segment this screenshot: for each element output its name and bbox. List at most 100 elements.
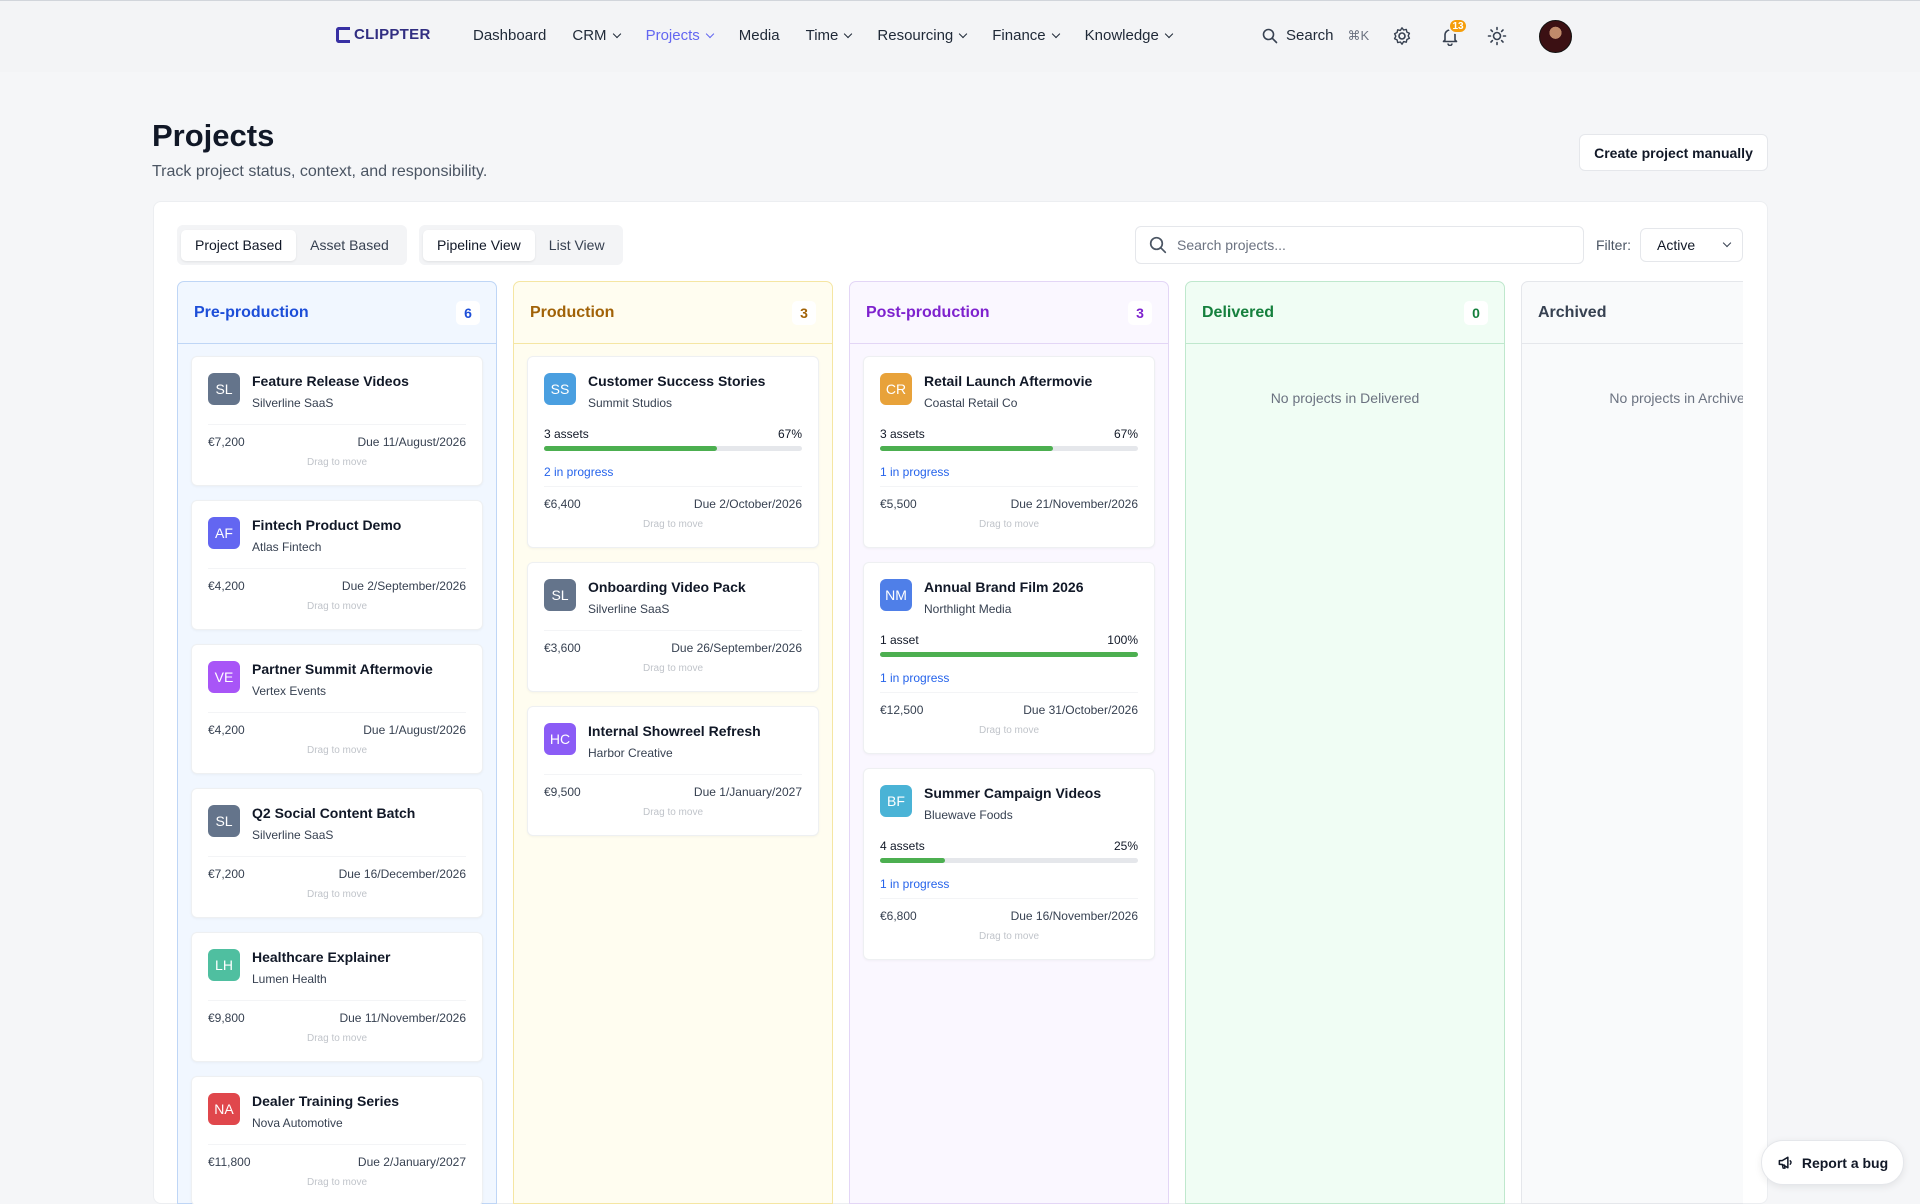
in-progress-status[interactable]: 1 in progress	[880, 671, 949, 685]
progress-percent: 67%	[1113, 427, 1138, 441]
drag-hint: Drag to move	[642, 807, 704, 818]
nav-item-time[interactable]: Time	[805, 27, 853, 44]
tab-project-based[interactable]: Project Based	[181, 229, 297, 261]
top-navigation-bar: CLIPPTER Dashboard CRM Projects Media Time Re…	[0, 0, 1920, 72]
drag-hint: Drag to move	[978, 725, 1040, 736]
column-header: Pre-production 6	[178, 282, 496, 344]
nav-item-dashboard[interactable]: Dashboard	[473, 27, 546, 44]
nav-item-label: Finance	[992, 27, 1046, 44]
progress-percent: 25%	[1113, 839, 1138, 853]
asset-count: 4 assets	[880, 839, 925, 853]
in-progress-status[interactable]: 1 in progress	[880, 877, 949, 891]
project-card[interactable]: NM Annual Brand Film 2026 Northlight Media…	[863, 562, 1155, 754]
budget-due-row: €9,500 Due 1/January/2027	[544, 785, 802, 799]
project-card[interactable]: AF Fintech Product Demo Atlas Fintech €4,20…	[191, 500, 483, 630]
column-empty-message: No projects in Archived	[1609, 390, 1743, 406]
project-due-date: Due 2/October/2026	[693, 497, 802, 511]
drag-hint: Drag to move	[306, 889, 368, 900]
tab-pipeline-view[interactable]: Pipeline View	[423, 229, 535, 261]
chevron-down-icon	[612, 29, 621, 38]
project-budget: €3,600	[544, 641, 581, 655]
budget-due-row: €12,500 Due 31/October/2026	[880, 703, 1138, 717]
in-progress-status[interactable]: 1 in progress	[880, 465, 949, 479]
project-card[interactable]: SL Feature Release Videos Silverline SaaS €…	[191, 356, 483, 486]
card-divider	[880, 692, 1138, 693]
progress-fill	[880, 858, 945, 863]
project-search-input[interactable]	[1177, 237, 1557, 253]
budget-due-row: €6,800 Due 16/November/2026	[880, 909, 1138, 923]
gear-icon	[1393, 27, 1411, 45]
tab-list-view[interactable]: List View	[535, 230, 619, 261]
column-title: Production	[530, 303, 615, 321]
mode-toggle: Project Based Asset Based	[177, 225, 407, 265]
project-card[interactable]: NA Dealer Training Series Nova Automotive €…	[191, 1076, 483, 1204]
progress-percent: 67%	[777, 427, 802, 441]
card-divider	[208, 1144, 466, 1145]
project-card[interactable]: SL Onboarding Video Pack Silverline SaaS €3…	[527, 562, 819, 692]
project-card[interactable]: CR Retail Launch Aftermovie Coastal Retail…	[863, 356, 1155, 548]
column-count-badge: 3	[792, 300, 816, 325]
project-title: Annual Brand Film 2026	[924, 579, 1084, 595]
project-card[interactable]: BF Summer Campaign Videos Bluewave Foods 4 …	[863, 768, 1155, 960]
project-due-date: Due 16/December/2026	[338, 867, 466, 881]
client-name: Vertex Events	[252, 684, 327, 698]
project-budget: €11,800	[208, 1155, 251, 1169]
card-divider	[208, 424, 466, 425]
nav-item-label: Knowledge	[1084, 27, 1159, 44]
tab-asset-based[interactable]: Asset Based	[296, 230, 403, 261]
main-nav: Dashboard CRM Projects Media Time Resourcing F…	[473, 27, 1198, 44]
column-empty-message: No projects in Delivered	[1270, 390, 1420, 406]
project-due-date: Due 21/November/2026	[1010, 497, 1138, 511]
status-filter-select[interactable]: Active	[1640, 228, 1743, 262]
global-search-button[interactable]: Search ⌘K	[1262, 27, 1369, 44]
client-name: Harbor Creative	[588, 746, 673, 760]
nav-item-projects[interactable]: Projects	[646, 27, 714, 44]
asset-progress-bar	[544, 446, 802, 451]
project-card[interactable]: SL Q2 Social Content Batch Silverline SaaS…	[191, 788, 483, 918]
nav-item-resourcing[interactable]: Resourcing	[877, 27, 968, 44]
nav-item-label: CRM	[572, 27, 607, 44]
in-progress-status[interactable]: 2 in progress	[544, 465, 613, 479]
project-card[interactable]: SS Customer Success Stories Summit Studios…	[527, 356, 819, 548]
card-divider	[208, 712, 466, 713]
client-name: Summit Studios	[588, 396, 673, 410]
project-card[interactable]: HC Internal Showreel Refresh Harbor Creati…	[527, 706, 819, 836]
settings-button[interactable]	[1391, 25, 1413, 47]
project-initials-avatar: HC	[544, 723, 576, 755]
nav-item-crm[interactable]: CRM	[572, 27, 621, 44]
drag-hint: Drag to move	[306, 1033, 368, 1044]
project-due-date: Due 11/November/2026	[339, 1011, 466, 1025]
nav-item-knowledge[interactable]: Knowledge	[1084, 27, 1174, 44]
nav-item-label: Time	[805, 27, 839, 44]
budget-due-row: €5,500 Due 21/November/2026	[880, 497, 1138, 511]
project-initials-avatar: AF	[208, 517, 240, 549]
project-initials-avatar: LH	[208, 949, 240, 981]
project-card[interactable]: LH Healthcare Explainer Lumen Health €9,800…	[191, 932, 483, 1062]
asset-count: 3 assets	[880, 427, 925, 441]
theme-toggle-button[interactable]	[1486, 25, 1508, 47]
search-icon	[1262, 28, 1278, 43]
app-logo[interactable]: CLIPPTER	[336, 26, 431, 43]
nav-item-label: Dashboard	[473, 27, 547, 44]
project-initials-avatar: SL	[208, 373, 240, 405]
nav-item-label: Resourcing	[877, 27, 954, 44]
report-bug-button[interactable]: Report a bug	[1761, 1140, 1904, 1185]
nav-item-finance[interactable]: Finance	[992, 27, 1060, 44]
client-name: Silverline SaaS	[252, 396, 334, 410]
project-budget: €7,200	[208, 867, 245, 881]
create-project-button[interactable]: Create project manually	[1579, 134, 1768, 171]
drag-hint: Drag to move	[978, 931, 1040, 942]
client-name: Silverline SaaS	[252, 828, 334, 842]
project-title: Summer Campaign Videos	[924, 785, 1102, 801]
card-divider	[880, 898, 1138, 899]
column-header: Production 3	[514, 282, 832, 344]
pipeline-column-pre-production: Pre-production 6 SL Feature Release Videos S…	[177, 281, 497, 1204]
user-avatar[interactable]	[1539, 20, 1572, 53]
project-due-date: Due 1/August/2026	[363, 723, 466, 737]
asset-progress-bar	[880, 446, 1138, 451]
search-icon	[1149, 236, 1167, 254]
nav-item-media[interactable]: Media	[739, 27, 780, 44]
asset-progress-bar	[880, 652, 1138, 657]
view-toggle: Pipeline View List View	[419, 225, 623, 265]
project-card[interactable]: VE Partner Summit Aftermovie Vertex Events…	[191, 644, 483, 774]
